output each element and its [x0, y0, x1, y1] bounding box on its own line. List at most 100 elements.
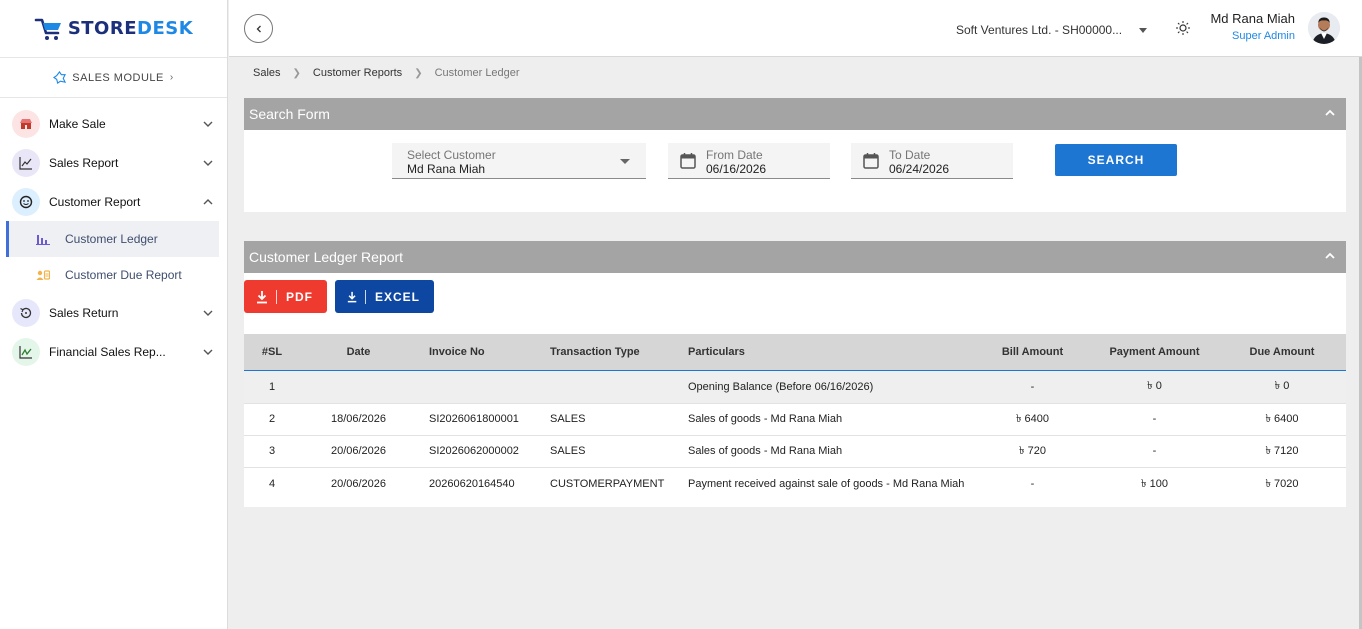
chevron-left-icon	[256, 25, 261, 32]
cell-date: 20/06/2026	[330, 445, 387, 457]
cell-transaction-type: CUSTOMERPAYMENT	[550, 478, 665, 491]
breadcrumb-separator-icon: ❯	[414, 67, 423, 79]
sidebar-item-sales-return[interactable]: Sales Return	[0, 293, 227, 332]
ledger-table: #SL Date Invoice No Transaction Type Par…	[244, 334, 1346, 501]
cell-date: 18/06/2026	[330, 413, 387, 425]
cell-transaction-type: SALES	[550, 445, 586, 457]
cell-bill-amount: ৳ 6400	[1015, 412, 1049, 425]
col-date[interactable]: Date	[300, 334, 417, 370]
user-name: Md Rana Miah	[1210, 11, 1295, 26]
col-bill-amount[interactable]: Bill Amount	[974, 334, 1091, 370]
company-selector[interactable]: Soft Ventures Ltd. - SH00000...	[956, 23, 1122, 37]
chevron-down-icon	[203, 349, 213, 355]
cell-invoice-no	[417, 370, 538, 403]
user-face-icon	[12, 187, 40, 216]
sidebar: STOREDESK SALES MODULE › Make Sale Sales…	[0, 0, 228, 629]
brand-name-part2: DESK	[137, 18, 194, 39]
cell-sl: 3	[268, 445, 276, 457]
cell-particulars: Sales of goods - Md Rana Miah	[688, 445, 843, 457]
chevron-right-icon: ›	[169, 72, 174, 83]
avatar[interactable]	[1308, 12, 1340, 44]
brand-name: STOREDESK	[68, 18, 193, 39]
cell-due-amount: ৳ 7020	[1265, 477, 1299, 490]
module-label: SALES MODULE	[72, 71, 164, 84]
col-sl[interactable]: #SL	[244, 334, 300, 370]
cell-sl: 4	[268, 478, 276, 491]
id-card-icon	[36, 270, 50, 280]
customer-ledger-report-panel: Customer Ledger Report PDF EXCEL #SL Dat…	[244, 241, 1346, 507]
breadcrumb-sales[interactable]: Sales	[253, 67, 281, 79]
module-switcher[interactable]: SALES MODULE ›	[0, 58, 227, 98]
customer-select[interactable]: Select Customer Md Rana Miah	[392, 143, 646, 179]
search-button[interactable]: SEARCH	[1055, 144, 1177, 176]
cell-invoice-no: SI2026062000002	[429, 445, 519, 457]
cell-due-amount: ৳ 7120	[1265, 444, 1299, 457]
cell-date: 20/06/2026	[330, 478, 387, 491]
back-button[interactable]	[244, 14, 273, 43]
table-row[interactable]: 2 18/06/2026 SI2026061800001 SALES Sales…	[244, 403, 1346, 435]
to-date-label: To Date	[889, 148, 931, 162]
sun-icon[interactable]	[1175, 20, 1191, 36]
sidebar-item-financial-sales-report[interactable]: Financial Sales Rep...	[0, 332, 227, 371]
cell-particulars: Opening Balance (Before 06/16/2026)	[688, 380, 874, 393]
caret-down-icon[interactable]	[1139, 28, 1147, 33]
divider	[365, 289, 366, 304]
search-form-panel: Search Form Select Customer Md Rana Miah…	[244, 98, 1346, 212]
from-date-field[interactable]: From Date 06/16/2026	[668, 143, 830, 179]
table-row[interactable]: 1 Opening Balance (Before 06/16/2026) - …	[244, 370, 1346, 403]
finance-chart-icon	[12, 337, 40, 366]
export-excel-button[interactable]: EXCEL	[335, 280, 434, 313]
cell-transaction-type	[538, 370, 676, 403]
history-icon	[12, 298, 40, 327]
export-excel-label: EXCEL	[374, 289, 420, 304]
sidebar-item-label: Sales Return	[49, 305, 119, 320]
col-payment-amount[interactable]: Payment Amount	[1091, 334, 1218, 370]
col-particulars[interactable]: Particulars	[676, 334, 974, 370]
breadcrumb-customer-reports[interactable]: Customer Reports	[313, 67, 402, 79]
sidebar-subitem-customer-ledger[interactable]: Customer Ledger	[6, 221, 219, 257]
cell-particulars: Payment received against sale of goods -…	[688, 478, 965, 491]
chevron-up-icon[interactable]	[1324, 107, 1336, 119]
cell-payment-amount: -	[1152, 413, 1157, 425]
sidebar-item-customer-report[interactable]: Customer Report	[0, 182, 227, 221]
col-due-amount[interactable]: Due Amount	[1218, 334, 1346, 370]
col-invoice-no[interactable]: Invoice No	[417, 334, 538, 370]
shop-icon	[12, 109, 40, 138]
sidebar-item-make-sale[interactable]: Make Sale	[0, 104, 227, 143]
chevron-down-icon	[203, 121, 213, 127]
sidebar-item-label: Customer Report	[49, 194, 141, 209]
search-form-header: Search Form	[244, 98, 1346, 130]
cell-payment-amount: ৳ 100	[1141, 477, 1168, 490]
chevron-down-icon	[203, 310, 213, 316]
sidebar-subitem-customer-due-report[interactable]: Customer Due Report	[0, 257, 227, 293]
col-transaction-type[interactable]: Transaction Type	[538, 334, 676, 370]
line-chart-icon	[12, 148, 40, 177]
sidebar-subitem-label: Customer Due Report	[65, 268, 182, 282]
table-row[interactable]: 4 20/06/2026 20260620164540 CUSTOMERPAYM…	[244, 467, 1346, 501]
cell-sl: 2	[268, 413, 276, 425]
divider	[276, 289, 277, 304]
report-header: Customer Ledger Report	[244, 241, 1346, 273]
to-date-field[interactable]: To Date 06/24/2026	[851, 143, 1013, 179]
module-icon	[53, 71, 67, 84]
sidebar-item-label: Make Sale	[49, 116, 106, 131]
top-header: Soft Ventures Ltd. - SH00000... Md Rana …	[229, 0, 1362, 57]
download-icon	[257, 290, 267, 303]
export-pdf-button[interactable]: PDF	[244, 280, 327, 313]
sidebar-item-sales-report[interactable]: Sales Report	[0, 143, 227, 182]
cell-sl: 1	[268, 380, 276, 393]
cell-bill-amount: ৳ 720	[1019, 444, 1046, 457]
cell-due-amount: ৳ 0	[1274, 380, 1290, 392]
ledger-table-head: #SL Date Invoice No Transaction Type Par…	[244, 334, 1346, 370]
brand-logo[interactable]: STOREDESK	[0, 0, 227, 58]
cart-logo-icon	[34, 18, 61, 40]
table-row[interactable]: 3 20/06/2026 SI2026062000002 SALES Sales…	[244, 435, 1346, 467]
from-date-label: From Date	[706, 148, 763, 162]
export-toolbar: PDF EXCEL	[244, 280, 434, 313]
calendar-icon	[680, 153, 696, 169]
cell-transaction-type: SALES	[550, 413, 586, 425]
cell-due-amount: ৳ 6400	[1265, 412, 1299, 425]
download-icon	[347, 291, 357, 302]
caret-down-icon	[620, 159, 630, 164]
chevron-up-icon[interactable]	[1324, 250, 1336, 262]
